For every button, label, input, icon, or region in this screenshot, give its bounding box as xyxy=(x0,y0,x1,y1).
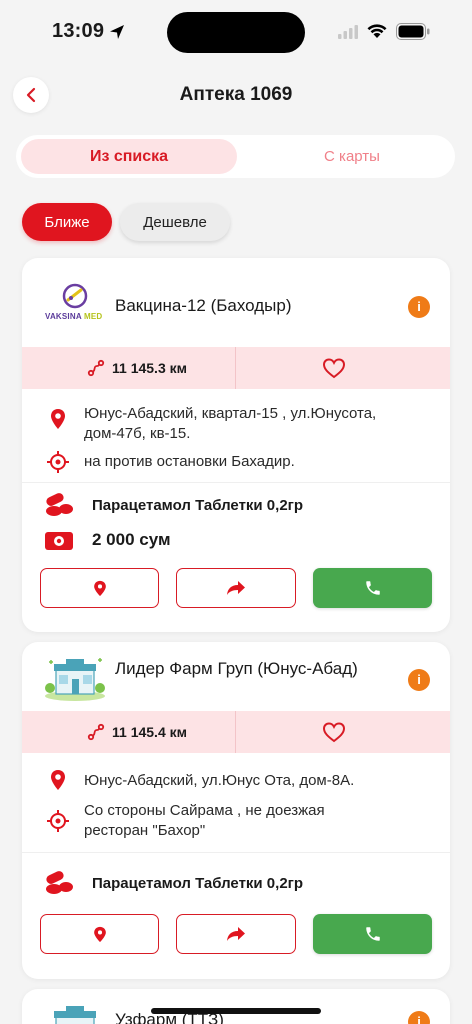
battery-icon xyxy=(396,23,430,40)
call-button[interactable] xyxy=(313,914,432,954)
card-header: VAKSINA MED Вакцина-12 (Баходыр) i xyxy=(22,258,450,346)
route-distance-icon xyxy=(87,723,105,741)
landmark-text: Со стороны Сайрама , не доезжая ресторан… xyxy=(84,802,325,839)
route-distance-icon xyxy=(87,359,105,377)
stats-row: 11 145.4 км xyxy=(22,711,450,753)
logo-text-vaksina: VAKSINA xyxy=(45,312,82,321)
address-text: Юнус-Абадский, ул.Юнус Ота, дом-8А. xyxy=(84,772,355,789)
info-button[interactable]: i xyxy=(408,296,430,318)
show-on-map-button[interactable] xyxy=(40,568,159,608)
wifi-icon xyxy=(367,24,387,38)
stats-divider xyxy=(235,347,236,389)
share-arrow-icon xyxy=(227,581,245,595)
drug-row: Парацетамол Таблетки 0,2гр xyxy=(22,492,450,522)
source-segmented-control: Из списка С карты xyxy=(16,135,455,178)
header: Аптека 1069 xyxy=(0,74,472,118)
pharmacy-card[interactable]: Узфарм (ТТЗ) i xyxy=(22,989,450,1024)
map-pin-icon xyxy=(51,770,65,790)
distance: 11 145.4 км xyxy=(86,722,187,742)
map-pin-icon xyxy=(51,409,65,429)
pharmacy-card[interactable]: VAKSINA MED Вакцина-12 (Баходыр) i 11 14… xyxy=(22,258,450,632)
target-icon xyxy=(47,451,69,473)
pills-icon xyxy=(46,871,73,894)
heart-icon[interactable] xyxy=(322,357,346,379)
pharmacy-name: Вакцина-12 (Баходыр) xyxy=(115,296,292,315)
dynamic-island xyxy=(167,12,305,53)
drug-row: Парацетамол Таблетки 0,2гр xyxy=(22,870,450,900)
show-on-map-button[interactable] xyxy=(40,914,159,954)
map-pin-icon xyxy=(93,926,106,942)
price: 2 000 сум xyxy=(92,530,171,549)
phone-icon xyxy=(365,581,380,595)
status-time: 13:09 xyxy=(52,20,105,42)
pharmacy-name: Лидер Фарм Груп (Юнус-Абад) xyxy=(115,659,358,678)
vaksina-med-logo-icon xyxy=(62,283,88,309)
address-text: Юнус-Абадский, квартал-15 , ул.Юнусота, … xyxy=(84,405,377,442)
directions-button[interactable] xyxy=(176,568,296,608)
info-button[interactable]: i xyxy=(408,1011,430,1024)
pills-icon xyxy=(46,493,73,516)
call-button[interactable] xyxy=(313,568,432,608)
drug-name: Парацетамол Таблетки 0,2гр xyxy=(92,497,304,514)
target-icon xyxy=(47,810,69,832)
stats-row: 11 145.3 км xyxy=(22,347,450,389)
cellular-signal-icon xyxy=(338,25,358,39)
landmark-text: на против остановки Бахадир. xyxy=(84,453,295,470)
logo-text-med: MED xyxy=(83,312,103,321)
distance: 11 145.3 км xyxy=(86,358,187,378)
heart-icon[interactable] xyxy=(322,721,346,743)
home-indicator xyxy=(151,1008,321,1014)
pharmacy-logo xyxy=(44,1003,106,1024)
filter-nearest-button[interactable]: Ближе xyxy=(22,203,112,241)
location-arrow-icon xyxy=(110,25,124,39)
tab-from-list[interactable]: Из списка xyxy=(21,139,237,174)
drug-name: Парацетамол Таблетки 0,2гр xyxy=(92,875,304,892)
pharmacy-building-icon xyxy=(45,658,105,701)
directions-button[interactable] xyxy=(176,914,296,954)
phone-icon xyxy=(365,927,380,941)
separator xyxy=(22,852,450,853)
status-bar: 13:09 xyxy=(0,0,472,64)
separator xyxy=(22,482,450,483)
distance-value: 11 145.3 км xyxy=(112,360,187,376)
pharmacy-logo: VAKSINA MED xyxy=(44,280,106,332)
share-arrow-icon xyxy=(227,927,245,941)
price-row: 2 000 сум xyxy=(22,528,450,558)
pharmacy-logo xyxy=(44,656,106,708)
info-button[interactable]: i xyxy=(408,669,430,691)
pharmacy-building-icon xyxy=(54,1006,96,1024)
tab-from-map[interactable]: С карты xyxy=(254,139,450,174)
page-title: Аптека 1069 xyxy=(179,84,293,105)
distance-value: 11 145.4 км xyxy=(112,724,187,740)
stats-divider xyxy=(235,711,236,753)
money-icon xyxy=(45,532,73,550)
filter-cheapest-button[interactable]: Дешевле xyxy=(120,203,230,241)
map-pin-icon xyxy=(93,580,106,596)
pharmacy-card[interactable]: Лидер Фарм Груп (Юнус-Абад) i 11 145.4 к… xyxy=(22,642,450,979)
